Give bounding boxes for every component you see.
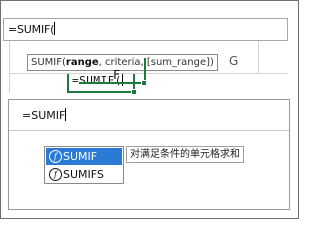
- formula-bar[interactable]: =SUMIF(: [3, 18, 288, 41]
- autocomplete-item-label: SUMIF: [63, 150, 98, 163]
- autocomplete-item-sumif[interactable]: f SUMIF: [46, 148, 122, 165]
- function-autocomplete-list: f SUMIF f SUMIFS: [44, 146, 124, 184]
- autocomplete-item-sumifs[interactable]: f SUMIFS: [46, 166, 122, 183]
- tooltip-function-name: SUMIF(: [31, 57, 66, 68]
- text-caret: [54, 22, 56, 35]
- autocomplete-item-label: SUMIFS: [63, 168, 104, 181]
- grid-line: [9, 41, 10, 93]
- function-description-tooltip: 对满足条件的单元格求和: [126, 146, 244, 163]
- function-icon: f: [49, 150, 62, 163]
- inner-cell-text: F: [113, 68, 121, 82]
- grid-line: [9, 73, 288, 74]
- column-header-g[interactable]: G: [229, 54, 238, 68]
- text-caret: [65, 108, 67, 121]
- function-icon: f: [49, 168, 62, 181]
- fill-handle[interactable]: [131, 89, 137, 95]
- grid-line: [258, 41, 259, 73]
- inner-fill-handle[interactable]: [141, 80, 147, 86]
- inner-formula-bar-text: =SUMIF: [22, 108, 67, 122]
- formula-bar-text: =SUMIF(: [8, 22, 56, 36]
- inner-formula-bar[interactable]: =SUMIF: [9, 100, 289, 131]
